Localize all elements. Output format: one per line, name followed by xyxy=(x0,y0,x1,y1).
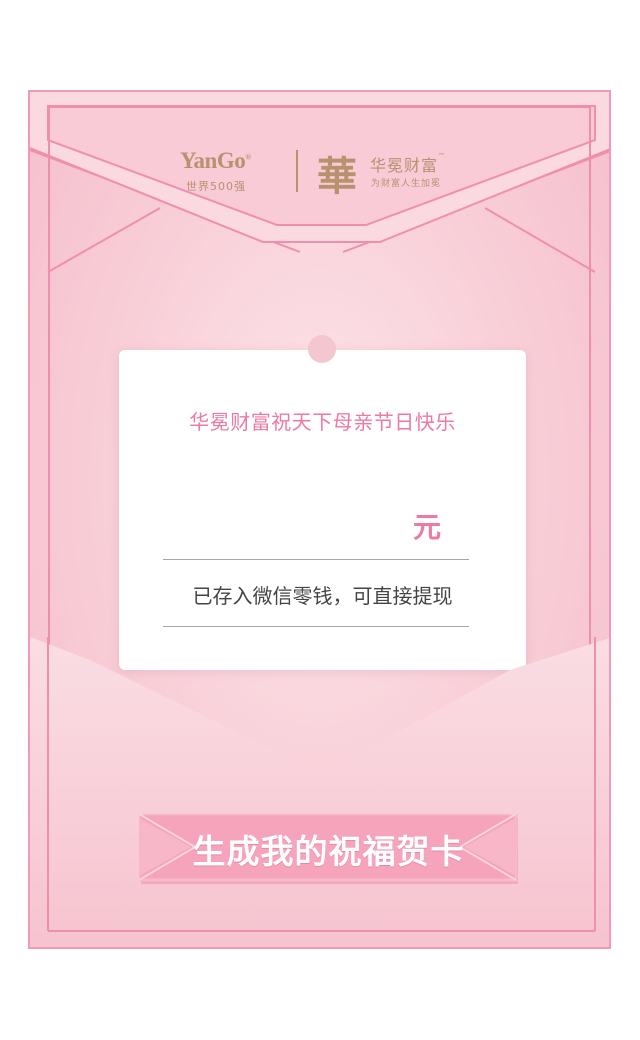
red-packet-envelope: YanGo® 世界500强 華 华冕财富™ 为财富人生加冕 华冕财富祝天下母亲节… xyxy=(28,90,611,949)
generate-card-button[interactable]: 生成我的祝福贺卡 xyxy=(139,814,518,884)
generate-card-label: 生成我的祝福贺卡 xyxy=(192,832,465,871)
